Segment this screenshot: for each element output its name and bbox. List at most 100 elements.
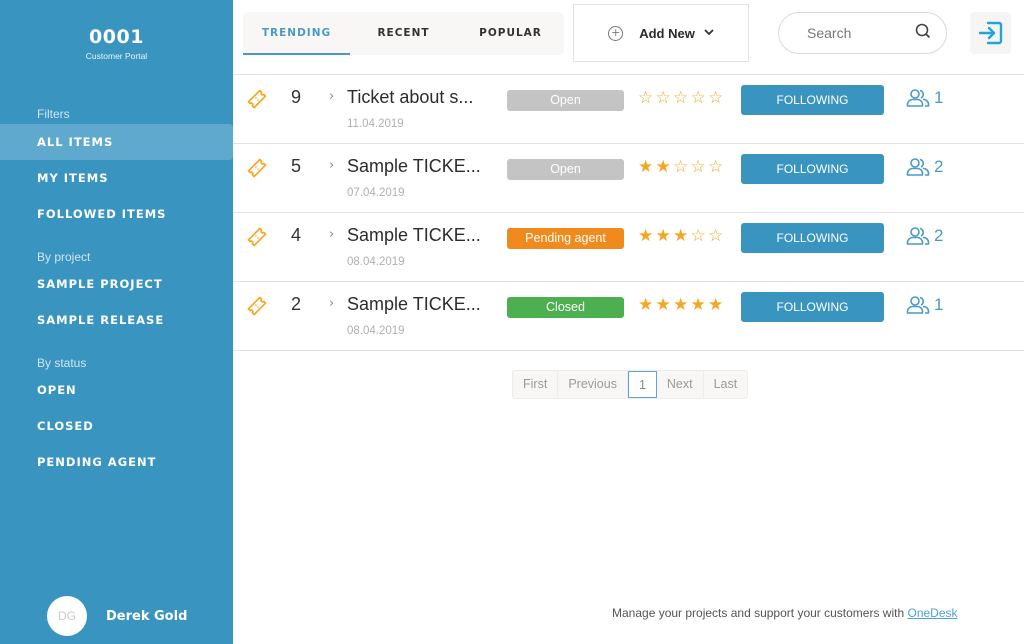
pagination-last[interactable]: Last: [704, 371, 748, 398]
onedesk-link[interactable]: OneDesk: [907, 606, 957, 620]
app: 0001 Customer Portal Filters ALL ITEMS M…: [0, 0, 1024, 644]
plus-circle-icon: +: [608, 25, 624, 41]
followers-number: 1: [934, 88, 944, 107]
sidebar-item-sample-project[interactable]: SAMPLE PROJECT: [0, 266, 233, 302]
pagination-first[interactable]: First: [513, 371, 559, 398]
users-icon: [906, 89, 930, 107]
ticket-id: 9: [291, 87, 302, 107]
ticket-icon: [247, 158, 267, 178]
sidebar: 0001 Customer Portal Filters ALL ITEMS M…: [0, 0, 233, 644]
user-profile[interactable]: DG Derek Gold: [47, 596, 187, 636]
star-filled-icon[interactable]: ★: [691, 295, 709, 315]
ticket-date: 08.04.2019: [347, 325, 405, 337]
pagination: First Previous 1 Next Last: [512, 370, 749, 399]
followers-count[interactable]: 1: [906, 88, 943, 108]
tab-popular[interactable]: POPULAR: [457, 12, 564, 55]
status-badge: Open: [507, 90, 624, 111]
star-filled-icon[interactable]: ★: [656, 226, 674, 246]
pagination-previous[interactable]: Previous: [558, 371, 628, 398]
sign-in-icon: [978, 21, 1002, 45]
tab-trending[interactable]: TRENDING: [243, 12, 350, 55]
ticket-date: 11.04.2019: [347, 118, 404, 130]
user-name: Derek Gold: [106, 608, 188, 624]
footer: Manage your projects and support your cu…: [612, 606, 958, 620]
following-button[interactable]: FOLLOWING: [741, 85, 884, 115]
following-button[interactable]: FOLLOWING: [741, 154, 884, 184]
chevron-down-icon: [704, 28, 714, 39]
star-empty-icon[interactable]: ☆: [691, 157, 709, 177]
users-icon: [906, 158, 930, 176]
add-new-button[interactable]: + Add New: [573, 4, 749, 62]
star-empty-icon[interactable]: ☆: [673, 88, 691, 108]
status-badge: Open: [507, 159, 624, 180]
star-filled-icon[interactable]: ★: [638, 295, 656, 315]
star-rating[interactable]: ★ ★ ★ ☆ ☆: [638, 226, 726, 246]
star-rating[interactable]: ☆ ☆ ☆ ☆ ☆: [638, 88, 726, 108]
star-filled-icon[interactable]: ★: [673, 226, 691, 246]
sidebar-item-closed[interactable]: CLOSED: [0, 408, 233, 444]
star-empty-icon[interactable]: ☆: [691, 226, 709, 246]
sign-in-button[interactable]: [970, 12, 1011, 54]
ticket-title[interactable]: Sample TICKE...: [347, 294, 487, 315]
ticket-row[interactable]: 2 › Sample TICKE... 08.04.2019 Closed ★ ★…: [233, 282, 1024, 351]
star-rating[interactable]: ★ ★ ★ ★ ★: [638, 295, 726, 315]
expand-chevron-icon[interactable]: ›: [329, 89, 334, 104]
following-button[interactable]: FOLLOWING: [741, 223, 884, 253]
followers-number: 2: [934, 157, 944, 176]
users-icon: [906, 296, 930, 314]
users-icon: [906, 227, 930, 245]
brand: 0001 Customer Portal: [0, 26, 233, 61]
pagination-next[interactable]: Next: [657, 371, 704, 398]
status-badge: Closed: [507, 297, 624, 318]
star-filled-icon[interactable]: ★: [708, 295, 726, 315]
expand-chevron-icon[interactable]: ›: [329, 158, 334, 173]
section-label-filters: Filters: [37, 107, 70, 121]
star-empty-icon[interactable]: ☆: [708, 226, 726, 246]
sidebar-item-all-items[interactable]: ALL ITEMS: [0, 124, 233, 160]
star-empty-icon[interactable]: ☆: [708, 88, 726, 108]
followers-count[interactable]: 2: [906, 226, 943, 246]
sidebar-item-my-items[interactable]: MY ITEMS: [0, 160, 233, 196]
ticket-title[interactable]: Sample TICKE...: [347, 225, 487, 246]
ticket-row[interactable]: 5 › Sample TICKE... 07.04.2019 Open ★ ★ ☆ ☆…: [233, 144, 1024, 213]
ticket-date: 08.04.2019: [347, 256, 405, 268]
star-filled-icon[interactable]: ★: [638, 157, 656, 177]
star-filled-icon[interactable]: ★: [656, 157, 674, 177]
star-empty-icon[interactable]: ☆: [638, 88, 656, 108]
add-new-label: Add New: [639, 25, 695, 41]
tab-recent[interactable]: RECENT: [350, 12, 457, 55]
sidebar-item-followed-items[interactable]: FOLLOWED ITEMS: [0, 196, 233, 232]
star-empty-icon[interactable]: ☆: [708, 157, 726, 177]
star-filled-icon[interactable]: ★: [638, 226, 656, 246]
search-input[interactable]: [807, 25, 914, 41]
pagination-current-page[interactable]: 1: [627, 371, 657, 398]
ticket-row[interactable]: 4 › Sample TICKE... 08.04.2019 Pending a…: [233, 213, 1024, 282]
ticket-title[interactable]: Ticket about s...: [347, 87, 487, 108]
search-icon[interactable]: [914, 22, 932, 44]
sidebar-item-open[interactable]: OPEN: [0, 372, 233, 408]
star-rating[interactable]: ★ ★ ☆ ☆ ☆: [638, 157, 726, 177]
star-filled-icon[interactable]: ★: [656, 295, 674, 315]
footer-text: Manage your projects and support your cu…: [612, 606, 908, 620]
followers-count[interactable]: 2: [906, 157, 943, 177]
expand-chevron-icon[interactable]: ›: [329, 296, 334, 311]
following-button[interactable]: FOLLOWING: [741, 292, 884, 322]
ticket-icon: [247, 296, 267, 316]
ticket-icon: [247, 89, 267, 109]
sidebar-item-pending-agent[interactable]: PENDING AGENT: [0, 444, 233, 480]
star-filled-icon[interactable]: ★: [673, 295, 691, 315]
expand-chevron-icon[interactable]: ›: [329, 227, 334, 242]
status-badge: Pending agent: [507, 228, 624, 249]
ticket-id: 4: [291, 225, 302, 245]
sidebar-item-sample-release[interactable]: SAMPLE RELEASE: [0, 302, 233, 338]
section-label-by-project: By project: [37, 250, 91, 264]
ticket-title[interactable]: Sample TICKE...: [347, 156, 487, 177]
star-empty-icon[interactable]: ☆: [656, 88, 674, 108]
section-label-by-status: By status: [37, 356, 87, 370]
star-empty-icon[interactable]: ☆: [691, 88, 709, 108]
view-tabs: TRENDING RECENT POPULAR: [243, 12, 564, 55]
ticket-id: 2: [291, 294, 302, 314]
ticket-row[interactable]: 9 › Ticket about s... 11.04.2019 Open ☆ ☆…: [233, 75, 1024, 144]
star-empty-icon[interactable]: ☆: [673, 157, 691, 177]
followers-count[interactable]: 1: [906, 295, 943, 315]
